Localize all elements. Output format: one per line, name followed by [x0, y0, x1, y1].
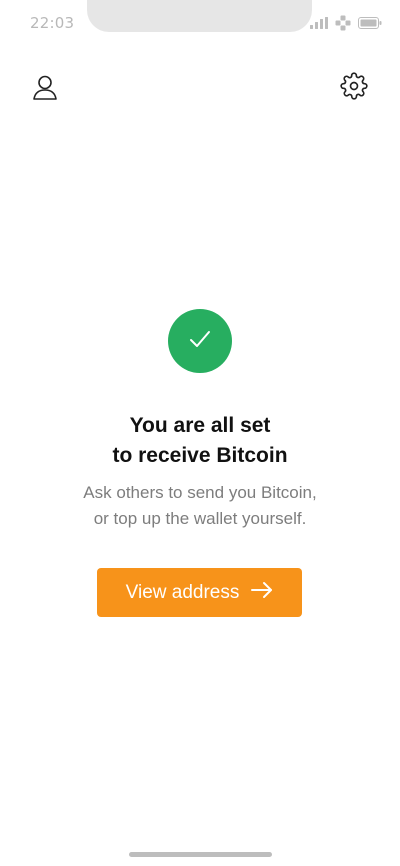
screen: 22:03 You are all set to receive Bitcoin… [0, 0, 400, 866]
battery-icon [358, 17, 382, 29]
home-indicator[interactable] [129, 852, 272, 857]
status-time: 22:03 [30, 14, 75, 32]
gear-icon [340, 71, 368, 105]
settings-button[interactable] [339, 71, 369, 105]
check-icon [188, 327, 212, 356]
title-line-1: You are all set [129, 414, 271, 437]
device-notch [87, 0, 312, 32]
view-address-button[interactable]: View address [97, 568, 302, 617]
success-badge [168, 309, 232, 373]
user-icon [32, 74, 58, 105]
view-address-label: View address [125, 581, 240, 603]
page-subtitle: Ask others to send you Bitcoin, or top u… [0, 480, 400, 532]
network-icon [335, 15, 351, 31]
arrow-right-icon [251, 581, 273, 605]
page-title: You are all set to receive Bitcoin [0, 411, 400, 471]
signal-icon [310, 17, 328, 29]
title-line-2: to receive Bitcoin [112, 444, 288, 467]
subtitle-line-1: Ask others to send you Bitcoin, [83, 483, 317, 502]
subtitle-line-2: or top up the wallet yourself. [93, 509, 307, 528]
profile-button[interactable] [30, 74, 60, 104]
status-icons [310, 14, 382, 32]
